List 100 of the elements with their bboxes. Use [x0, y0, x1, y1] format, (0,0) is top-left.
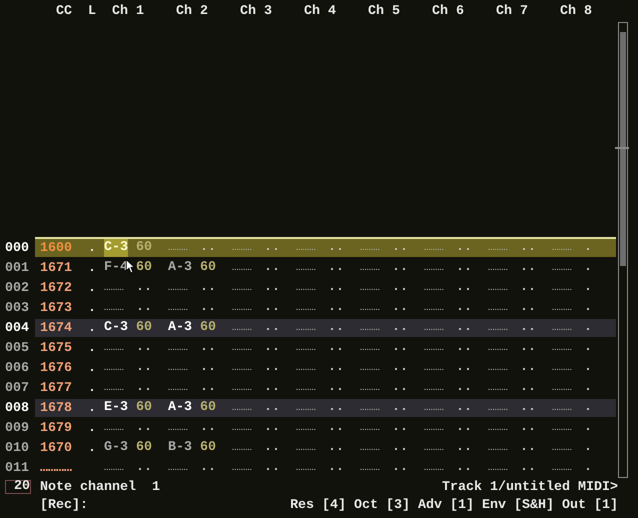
velocity-cell[interactable]: .: [584, 319, 608, 337]
note-cell[interactable]: ………: [488, 319, 512, 337]
note-cell[interactable]: ………: [552, 339, 576, 357]
velocity-cell[interactable]: ..: [264, 419, 288, 437]
pattern-row[interactable]: 1676 . ……… .. ……… .. ……… .. ……… .. ……… .. ……… .. ……… .. ……… .: [35, 359, 616, 377]
velocity-cell[interactable]: ..: [264, 439, 288, 457]
note-cell[interactable]: ………: [424, 419, 448, 437]
note-cell[interactable]: ………: [424, 399, 448, 417]
velocity-cell[interactable]: ..: [520, 339, 544, 357]
velocity-cell[interactable]: .: [584, 419, 608, 437]
note-cell[interactable]: ………: [104, 339, 128, 357]
note-cell[interactable]: ………: [104, 379, 128, 397]
note-cell[interactable]: ………: [104, 279, 128, 297]
note-cell[interactable]: ………: [232, 319, 256, 337]
note-cell[interactable]: ………: [552, 399, 576, 417]
note-cell[interactable]: ………: [104, 359, 128, 377]
note-cell[interactable]: ………: [296, 379, 320, 397]
note-cell[interactable]: ………: [104, 459, 128, 477]
note-cell[interactable]: ………: [296, 319, 320, 337]
velocity-cell[interactable]: ..: [520, 459, 544, 477]
velocity-cell[interactable]: ..: [520, 359, 544, 377]
note-cell[interactable]: ………: [360, 359, 384, 377]
note-cell[interactable]: ………: [232, 279, 256, 297]
velocity-cell[interactable]: ..: [264, 259, 288, 277]
velocity-cell[interactable]: ..: [264, 319, 288, 337]
velocity-cell[interactable]: ..: [328, 359, 352, 377]
note-cell[interactable]: ………: [168, 339, 192, 357]
note-cell[interactable]: ………: [232, 459, 256, 477]
velocity-cell[interactable]: ..: [392, 339, 416, 357]
note-cell[interactable]: ………: [168, 379, 192, 397]
pattern-row[interactable]: 1673 . ……… .. ……… .. ……… .. ……… .. ……… .. ……… .. ……… .. ……… .: [35, 299, 616, 317]
velocity-cell[interactable]: ..: [328, 439, 352, 457]
velocity-cell[interactable]: ..: [136, 339, 160, 357]
note-cell[interactable]: ………: [488, 419, 512, 437]
note-cell[interactable]: ………: [424, 379, 448, 397]
velocity-cell[interactable]: ..: [520, 399, 544, 417]
velocity-cell[interactable]: ..: [200, 339, 224, 357]
note-cell[interactable]: ………: [488, 439, 512, 457]
note-cell[interactable]: A-3: [168, 399, 192, 417]
note-cell[interactable]: ………: [360, 439, 384, 457]
velocity-cell[interactable]: 60: [136, 399, 160, 417]
velocity-cell[interactable]: ..: [328, 279, 352, 297]
velocity-cell[interactable]: ..: [392, 379, 416, 397]
row-highlight[interactable]: 1678 . E-3 60 A-3 60 ……… .. ……… .. ……… .. ……… .. ……… .. ……… .: [35, 399, 616, 417]
velocity-cell[interactable]: ..: [456, 399, 480, 417]
note-cell[interactable]: ………: [296, 439, 320, 457]
velocity-cell[interactable]: ..: [328, 339, 352, 357]
velocity-cell[interactable]: .: [584, 459, 608, 477]
velocity-cell[interactable]: ..: [392, 439, 416, 457]
velocity-cell[interactable]: ..: [520, 299, 544, 317]
note-cell[interactable]: ………: [296, 279, 320, 297]
note-cell[interactable]: ………: [168, 359, 192, 377]
velocity-cell[interactable]: ..: [264, 279, 288, 297]
velocity-cell[interactable]: ..: [456, 359, 480, 377]
velocity-cell[interactable]: ..: [264, 359, 288, 377]
velocity-cell[interactable]: ..: [264, 339, 288, 357]
pattern-row[interactable]: 1679 . ……… .. ……… .. ……… .. ……… .. ……… .. ……… .. ……… .. ……… .: [35, 419, 616, 437]
velocity-cell[interactable]: ..: [520, 439, 544, 457]
velocity-cell[interactable]: ..: [392, 459, 416, 477]
velocity-cell[interactable]: 60: [200, 439, 224, 457]
velocity-cell[interactable]: ..: [328, 399, 352, 417]
velocity-cell[interactable]: ..: [456, 259, 480, 277]
note-cell[interactable]: A-3: [168, 259, 192, 277]
note-cell[interactable]: ………: [296, 259, 320, 277]
velocity-cell[interactable]: ..: [200, 299, 224, 317]
note-cell[interactable]: ………: [360, 279, 384, 297]
pattern-row[interactable]: 1670 . G-3 60 B-3 60 ……… .. ……… .. ……… .. ……… .. ……… .. ……… .: [35, 439, 616, 457]
velocity-cell[interactable]: ..: [456, 379, 480, 397]
note-cell[interactable]: ………: [552, 359, 576, 377]
velocity-cell[interactable]: ..: [520, 419, 544, 437]
velocity-cell[interactable]: ..: [392, 299, 416, 317]
velocity-cell[interactable]: ..: [200, 379, 224, 397]
note-cell[interactable]: ………: [168, 419, 192, 437]
note-cell[interactable]: ………: [232, 259, 256, 277]
note-cell[interactable]: ………: [360, 319, 384, 337]
velocity-cell[interactable]: ..: [328, 259, 352, 277]
note-cell[interactable]: ………: [232, 379, 256, 397]
velocity-cell[interactable]: ..: [328, 299, 352, 317]
note-cell[interactable]: G-3: [104, 439, 128, 457]
note-cell[interactable]: ………: [552, 439, 576, 457]
note-cell[interactable]: ………: [488, 459, 512, 477]
velocity-cell[interactable]: .: [584, 259, 608, 277]
note-cell[interactable]: ………: [552, 379, 576, 397]
note-cell[interactable]: ………: [552, 299, 576, 317]
velocity-cell[interactable]: ..: [136, 419, 160, 437]
note-cell[interactable]: ………: [552, 279, 576, 297]
velocity-cell[interactable]: ..: [136, 379, 160, 397]
velocity-cell[interactable]: ..: [136, 359, 160, 377]
scrollbar-thumb[interactable]: [620, 32, 626, 266]
note-cell[interactable]: ………: [488, 359, 512, 377]
velocity-cell[interactable]: ..: [456, 299, 480, 317]
velocity-cell[interactable]: ..: [264, 379, 288, 397]
pattern-row[interactable]: 1675 . ……… .. ……… .. ……… .. ……… .. ……… .. ……… .. ……… .. ……… .: [35, 339, 616, 357]
velocity-cell[interactable]: ..: [392, 319, 416, 337]
note-cell[interactable]: ………: [424, 299, 448, 317]
velocity-cell[interactable]: ..: [200, 419, 224, 437]
note-cell[interactable]: ………: [488, 259, 512, 277]
velocity-cell[interactable]: ..: [200, 279, 224, 297]
velocity-cell[interactable]: 60: [200, 259, 224, 277]
velocity-cell[interactable]: .: [584, 279, 608, 297]
